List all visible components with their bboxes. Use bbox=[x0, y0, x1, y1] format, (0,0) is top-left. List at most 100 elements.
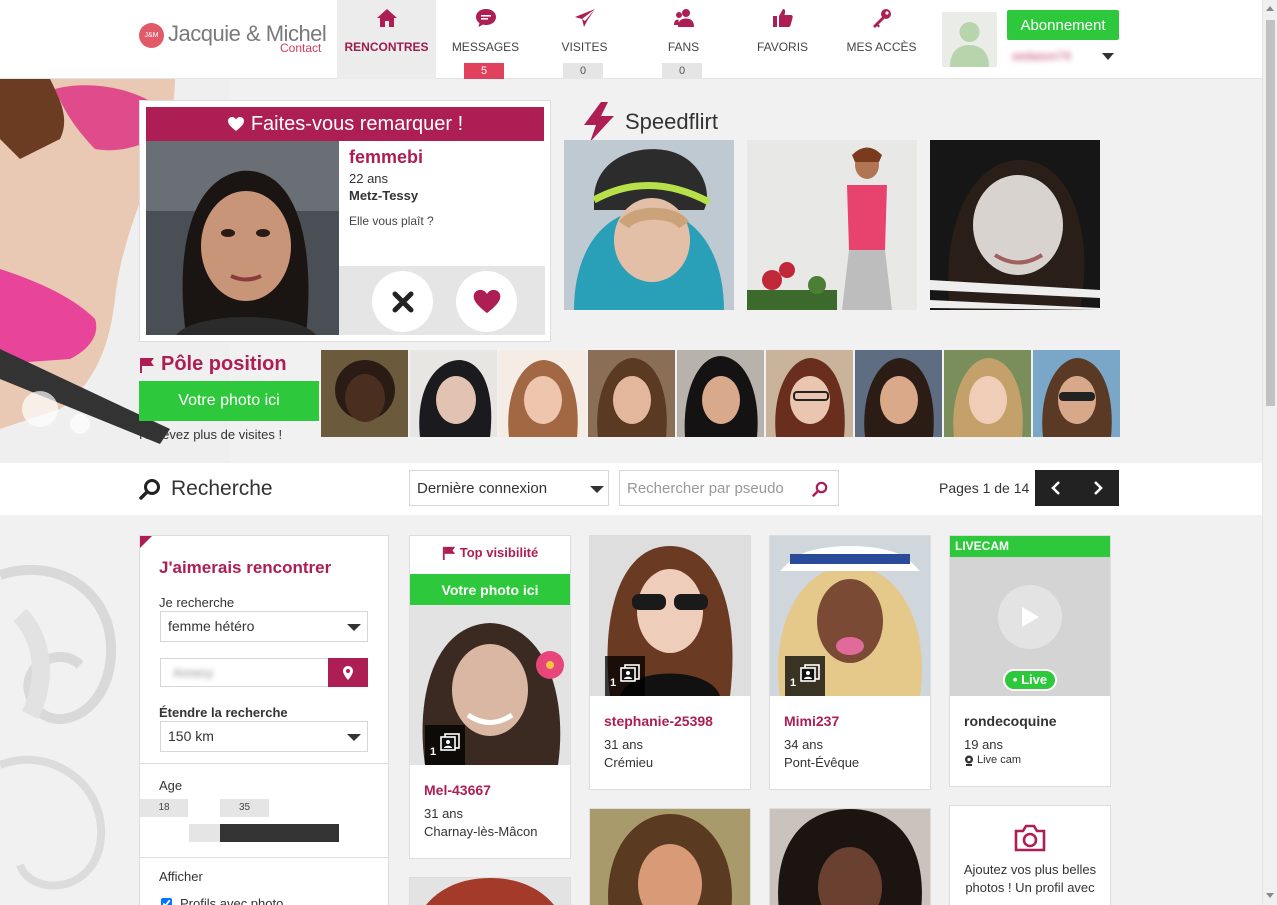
featured-header: Faites-vous remarquer ! bbox=[146, 107, 544, 141]
profile-card[interactable]: 1 stephanie-25398 31 ans Crémieu bbox=[589, 535, 751, 790]
photo-count: 1 bbox=[790, 677, 797, 689]
photo-count-badge: 1 bbox=[425, 725, 465, 765]
add-photo-text: Ajoutez vos plus belles photos ! Un prof… bbox=[963, 862, 1097, 895]
pole-position-header: Pôle position bbox=[139, 353, 287, 376]
featured-age: 22 ans bbox=[349, 171, 389, 186]
featured-title: Faites-vous remarquer ! bbox=[250, 113, 464, 135]
featured-question: Elle vous plaît ? bbox=[349, 214, 434, 228]
map-pin-icon bbox=[343, 665, 353, 680]
previous-page-button[interactable] bbox=[1035, 470, 1077, 506]
visits-count-badge: 0 bbox=[563, 63, 603, 79]
nav-mes-acces[interactable]: MES ACCÈS bbox=[832, 0, 931, 79]
livecam-card[interactable]: • Live LIVECAM rondecoquine 19 ans Live … bbox=[949, 535, 1111, 787]
key-icon bbox=[832, 8, 931, 30]
distance-select[interactable]: 150 km bbox=[160, 721, 368, 752]
photo-only-option[interactable]: Profils avec photo bbox=[161, 896, 283, 905]
users-icon bbox=[634, 8, 733, 30]
paper-plane-icon bbox=[535, 8, 634, 30]
scroll-up-icon[interactable] bbox=[1266, 6, 1274, 11]
nav-rencontres[interactable]: RENCONTRES bbox=[337, 0, 436, 79]
dislike-button[interactable] bbox=[372, 271, 433, 332]
profile-card[interactable] bbox=[409, 877, 571, 905]
nav-favoris[interactable]: FAVORIS bbox=[733, 0, 832, 79]
sort-select[interactable]: Dernière connexion bbox=[409, 470, 609, 506]
age-label: Age bbox=[159, 778, 183, 793]
speedflirt-photo[interactable] bbox=[564, 140, 734, 310]
speedflirt-header: Speedflirt bbox=[581, 101, 718, 143]
photo-only-label: Profils avec photo bbox=[180, 896, 284, 905]
age-slider-range[interactable] bbox=[220, 824, 339, 842]
photos-icon bbox=[800, 664, 820, 682]
pseudo-search-input[interactable] bbox=[619, 470, 839, 506]
pole-thumbnail[interactable] bbox=[588, 350, 675, 437]
geolocate-button[interactable] bbox=[328, 658, 368, 687]
scrollbar-thumb[interactable] bbox=[1266, 20, 1275, 406]
scroll-down-icon[interactable] bbox=[1266, 893, 1274, 898]
top-visibility-card[interactable]: Top visibilité Votre photo ici 1 Mel-436… bbox=[409, 535, 571, 859]
page-scrollbar[interactable] bbox=[1262, 0, 1277, 905]
profile-name[interactable]: Mimi237 bbox=[784, 713, 839, 729]
sort-select-value: Dernière connexion bbox=[417, 480, 548, 497]
profile-card[interactable]: 1 Mimi237 34 ans Pont-Évêque bbox=[769, 535, 931, 790]
speedflirt-photo[interactable] bbox=[930, 140, 1100, 310]
profile-name[interactable]: Mel-43667 bbox=[424, 782, 491, 798]
close-icon bbox=[392, 291, 413, 312]
pole-thumbnail[interactable] bbox=[410, 350, 497, 437]
like-button[interactable] bbox=[456, 271, 517, 332]
nav-label: RENCONTRES bbox=[344, 40, 429, 54]
user-menu-caret-icon[interactable] bbox=[1102, 53, 1114, 60]
pole-thumbnail[interactable] bbox=[855, 350, 942, 437]
pole-thumbnail[interactable] bbox=[499, 350, 586, 437]
pole-thumbnail[interactable] bbox=[321, 350, 408, 437]
location-value: Annecy bbox=[173, 666, 214, 680]
nav-visites[interactable]: VISITES 0 bbox=[535, 0, 634, 79]
nav-fans[interactable]: FANS 0 bbox=[634, 0, 733, 79]
add-photo-card[interactable]: Ajoutez vos plus belles photos ! Un prof… bbox=[949, 805, 1111, 905]
chevron-down-icon bbox=[590, 486, 604, 493]
chevron-down-icon bbox=[347, 734, 361, 741]
nav-label: VISITES bbox=[561, 40, 608, 54]
photo-only-checkbox[interactable] bbox=[161, 898, 172, 905]
age-max-tag: 35 bbox=[220, 799, 269, 817]
livecam-name[interactable]: rondecoquine bbox=[964, 713, 1057, 729]
messages-count-badge: 5 bbox=[464, 63, 504, 79]
extend-search-label: Étendre la recherche bbox=[159, 705, 288, 720]
profile-card[interactable] bbox=[589, 808, 751, 905]
decorative-swirl-image bbox=[0, 515, 140, 905]
username-label[interactable]: sedason74 bbox=[1012, 49, 1071, 63]
search-bar: Recherche Dernière connexion Pages 1 de … bbox=[0, 463, 1262, 515]
nav-messages[interactable]: MESSAGES 5 bbox=[436, 0, 535, 79]
profile-name[interactable]: stephanie-25398 bbox=[604, 713, 713, 729]
age-range-block: Age 18 35 bbox=[140, 763, 388, 858]
pole-thumbnail[interactable] bbox=[944, 350, 1031, 437]
search-icon[interactable] bbox=[812, 481, 828, 497]
location-input[interactable]: Annecy bbox=[160, 658, 329, 687]
speedflirt-photo[interactable] bbox=[747, 140, 917, 310]
photo-count: 1 bbox=[430, 746, 437, 758]
featured-actions bbox=[339, 266, 545, 335]
user-avatar[interactable] bbox=[942, 12, 997, 67]
subscribe-button[interactable]: Abonnement bbox=[1007, 10, 1119, 40]
panel-corner-accent bbox=[140, 536, 152, 548]
profile-card[interactable] bbox=[769, 808, 931, 905]
flag-icon bbox=[442, 546, 455, 560]
profile-city: Charnay-lès-Mâcon bbox=[424, 824, 538, 839]
nav-label: MESSAGES bbox=[451, 40, 520, 54]
pole-photo-button[interactable]: Votre photo ici bbox=[139, 381, 319, 421]
filter-panel: J'aimerais rencontrer Je recherche femme… bbox=[139, 535, 389, 905]
next-page-button[interactable] bbox=[1077, 470, 1119, 506]
top-visibility-photo-button[interactable]: Votre photo ici bbox=[410, 574, 570, 605]
pole-thumbnail[interactable] bbox=[1033, 350, 1120, 437]
camera-icon bbox=[1014, 824, 1046, 852]
livecam-preview[interactable]: • Live bbox=[950, 536, 1110, 696]
thumbs-up-icon bbox=[733, 8, 832, 30]
featured-photo[interactable] bbox=[146, 141, 339, 335]
chevron-down-icon bbox=[347, 624, 361, 631]
seeking-select[interactable]: femme hétéro bbox=[160, 611, 368, 642]
play-button[interactable] bbox=[998, 585, 1062, 649]
featured-name[interactable]: femmebi bbox=[349, 147, 434, 168]
pole-thumbnail[interactable] bbox=[677, 350, 764, 437]
profile-age: 31 ans bbox=[424, 806, 464, 821]
hero-section: Faites-vous remarquer ! femmebi 22 ans M… bbox=[0, 79, 1262, 463]
pole-thumbnail[interactable] bbox=[766, 350, 853, 437]
